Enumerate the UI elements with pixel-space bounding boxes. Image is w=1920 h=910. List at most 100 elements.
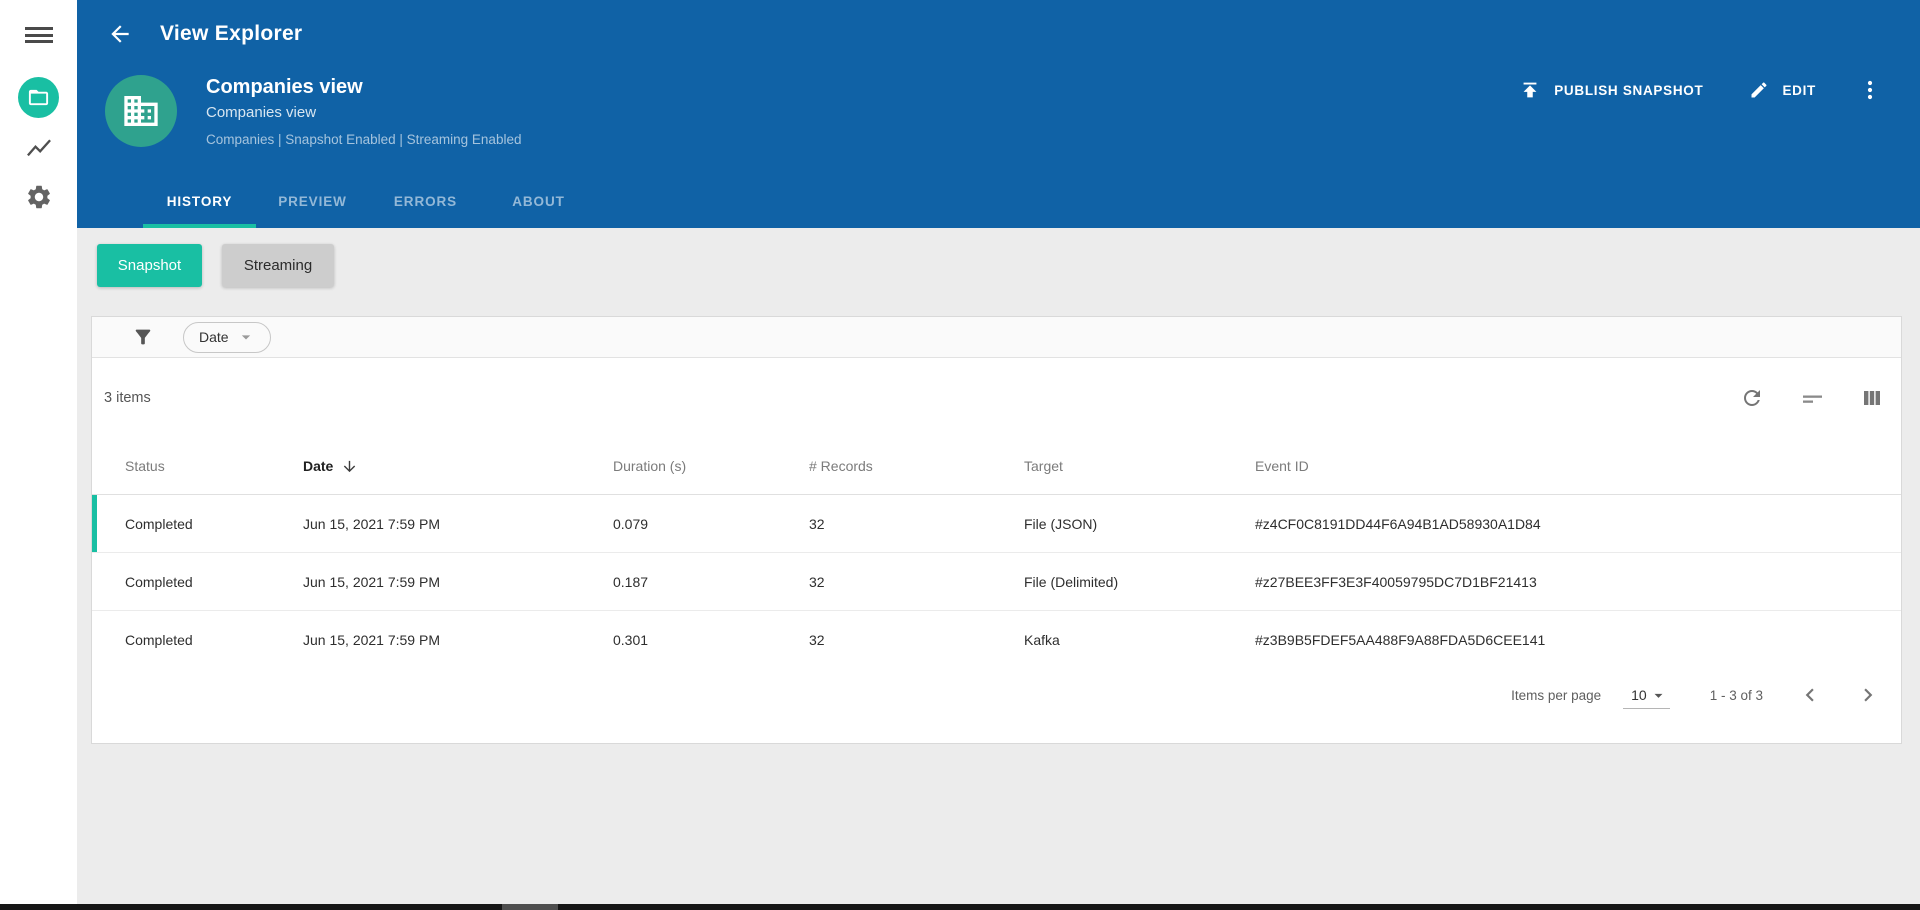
cell-duration: 0.301 <box>613 632 649 648</box>
cell-duration: 0.187 <box>613 573 649 590</box>
selected-row-indicator <box>92 495 97 552</box>
sort-button[interactable] <box>1800 386 1824 410</box>
items-per-page-label: Items per page <box>1511 688 1602 703</box>
mode-toggle: Snapshot Streaming <box>77 228 1920 287</box>
date-filter-label: Date <box>199 329 229 345</box>
tab-history-label: HISTORY <box>166 194 233 209</box>
toolbar-icons <box>1740 386 1884 410</box>
items-count: 3 items <box>104 390 151 406</box>
filter-icon[interactable] <box>132 326 154 348</box>
view-explorer-app: View Explorer Companies view Companies v… <box>0 0 1920 910</box>
edit-button[interactable]: EDIT <box>1749 80 1816 100</box>
table-row[interactable]: Completed Jun 15, 2021 7:59 PM 0.187 32 … <box>92 553 1901 611</box>
more-options-button[interactable] <box>1858 78 1882 102</box>
cell-status: Completed <box>125 515 193 532</box>
chevron-down-icon <box>241 335 250 340</box>
columns-button[interactable] <box>1860 386 1884 410</box>
cell-date: Jun 15, 2021 7:59 PM <box>303 573 440 590</box>
column-header-status[interactable]: Status <box>125 458 303 474</box>
cell-target: Kafka <box>1024 632 1060 648</box>
page-size-select[interactable]: 10 <box>1623 682 1670 709</box>
tab-about[interactable]: ABOUT <box>482 179 595 228</box>
table-row[interactable]: Completed Jun 15, 2021 7:59 PM 0.301 32 … <box>92 611 1901 669</box>
building-icon <box>124 96 158 126</box>
sort-desc-arrow-icon <box>344 460 356 472</box>
back-button[interactable] <box>107 21 133 47</box>
pagination: Items per page 10 1 - 3 of 3 <box>92 669 1901 743</box>
columns-icon <box>1864 391 1880 405</box>
snapshot-toggle-button[interactable]: Snapshot <box>97 244 202 287</box>
appbar: View Explorer Companies view Companies v… <box>77 0 1920 228</box>
table-row[interactable]: Completed Jun 15, 2021 7:59 PM 0.079 32 … <box>92 495 1901 553</box>
next-page-button[interactable] <box>1855 682 1881 708</box>
views-nav-item[interactable] <box>18 77 59 118</box>
page-range-label: 1 - 3 of 3 <box>1709 688 1763 703</box>
refresh-icon <box>1744 390 1760 406</box>
topbar: View Explorer <box>107 21 302 47</box>
chevron-down-icon <box>1654 693 1663 698</box>
prev-page-button[interactable] <box>1797 682 1823 708</box>
taskbar-edge <box>0 904 1920 910</box>
metrics-nav-item[interactable] <box>24 134 54 164</box>
streaming-toggle-button[interactable]: Streaming <box>222 244 334 287</box>
tab-about-label: ABOUT <box>512 194 565 209</box>
sort-icon <box>1803 395 1822 403</box>
publish-label: PUBLISH SNAPSHOT <box>1554 82 1704 98</box>
filter-bar: Date <box>92 317 1901 358</box>
date-filter-chip[interactable]: Date <box>183 321 271 353</box>
line-chart-icon <box>27 139 51 157</box>
cell-records: 32 <box>809 573 825 590</box>
column-header-duration[interactable]: Duration (s) <box>613 458 809 474</box>
chevron-left-icon <box>1805 688 1814 702</box>
cell-date: Jun 15, 2021 7:59 PM <box>303 632 440 648</box>
tab-preview-label: PREVIEW <box>278 194 347 209</box>
entity-subtitle: Companies view <box>206 104 317 121</box>
history-card: Date 3 items Status Date Duration (s) # … <box>91 316 1902 744</box>
arrow-left-icon <box>111 25 129 43</box>
tab-preview[interactable]: PREVIEW <box>256 179 369 228</box>
entity-avatar <box>105 75 177 147</box>
cell-event-id: #z27BEE3FF3E3F40059795DC7D1BF21413 <box>1255 573 1537 590</box>
column-header-event-id[interactable]: Event ID <box>1255 458 1901 474</box>
menu-icon[interactable] <box>25 27 53 43</box>
entity-header: Companies view Companies view Companies … <box>206 75 521 148</box>
column-header-date-label: Date <box>303 458 334 474</box>
tab-errors-label: ERRORS <box>393 194 458 209</box>
kebab-icon <box>1867 80 1873 100</box>
cell-target: File (Delimited) <box>1024 573 1119 590</box>
column-header-target[interactable]: Target <box>1024 458 1255 474</box>
refresh-button[interactable] <box>1740 386 1764 410</box>
gear-icon <box>28 185 50 209</box>
chevron-right-icon <box>1864 688 1873 702</box>
publish-icon <box>1523 82 1537 98</box>
tab-history[interactable]: HISTORY <box>143 179 256 228</box>
cell-event-id: #z3B9B5FDEF5AA488F9A88FDA5D6CEE141 <box>1255 632 1546 648</box>
table-toolbar: 3 items <box>92 358 1901 438</box>
column-header-records[interactable]: # Records <box>809 458 1024 474</box>
folder-icon <box>28 89 49 106</box>
funnel-icon <box>135 329 151 345</box>
sidebar <box>0 0 77 910</box>
cell-duration: 0.079 <box>613 515 649 532</box>
page-size-value: 10 <box>1631 687 1647 703</box>
cell-status: Completed <box>125 573 193 590</box>
content: Snapshot Streaming Date 3 items Status D… <box>77 228 1920 910</box>
cell-date: Jun 15, 2021 7:59 PM <box>303 515 440 532</box>
column-header-date[interactable]: Date <box>303 458 613 475</box>
publish-snapshot-button[interactable]: PUBLISH SNAPSHOT <box>1519 79 1703 101</box>
settings-nav-item[interactable] <box>24 182 54 212</box>
cell-records: 32 <box>809 632 825 648</box>
tab-errors[interactable]: ERRORS <box>369 179 482 228</box>
appbar-actions: PUBLISH SNAPSHOT EDIT <box>1519 78 1882 102</box>
entity-title: Companies view <box>206 76 363 98</box>
edit-label: EDIT <box>1782 82 1816 98</box>
cell-records: 32 <box>809 515 825 532</box>
pencil-icon <box>1751 82 1767 98</box>
tab-bar: HISTORY PREVIEW ERRORS ABOUT <box>143 179 595 228</box>
entity-meta: Companies | Snapshot Enabled | Streaming… <box>206 132 522 147</box>
cell-event-id: #z4CF0C8191DD44F6A94B1AD58930A1D84 <box>1255 515 1541 532</box>
main-area: View Explorer Companies view Companies v… <box>77 0 1920 910</box>
cell-target: File (JSON) <box>1024 515 1098 532</box>
page-title: View Explorer <box>160 22 303 45</box>
taskbar-edge-segment <box>502 904 558 910</box>
